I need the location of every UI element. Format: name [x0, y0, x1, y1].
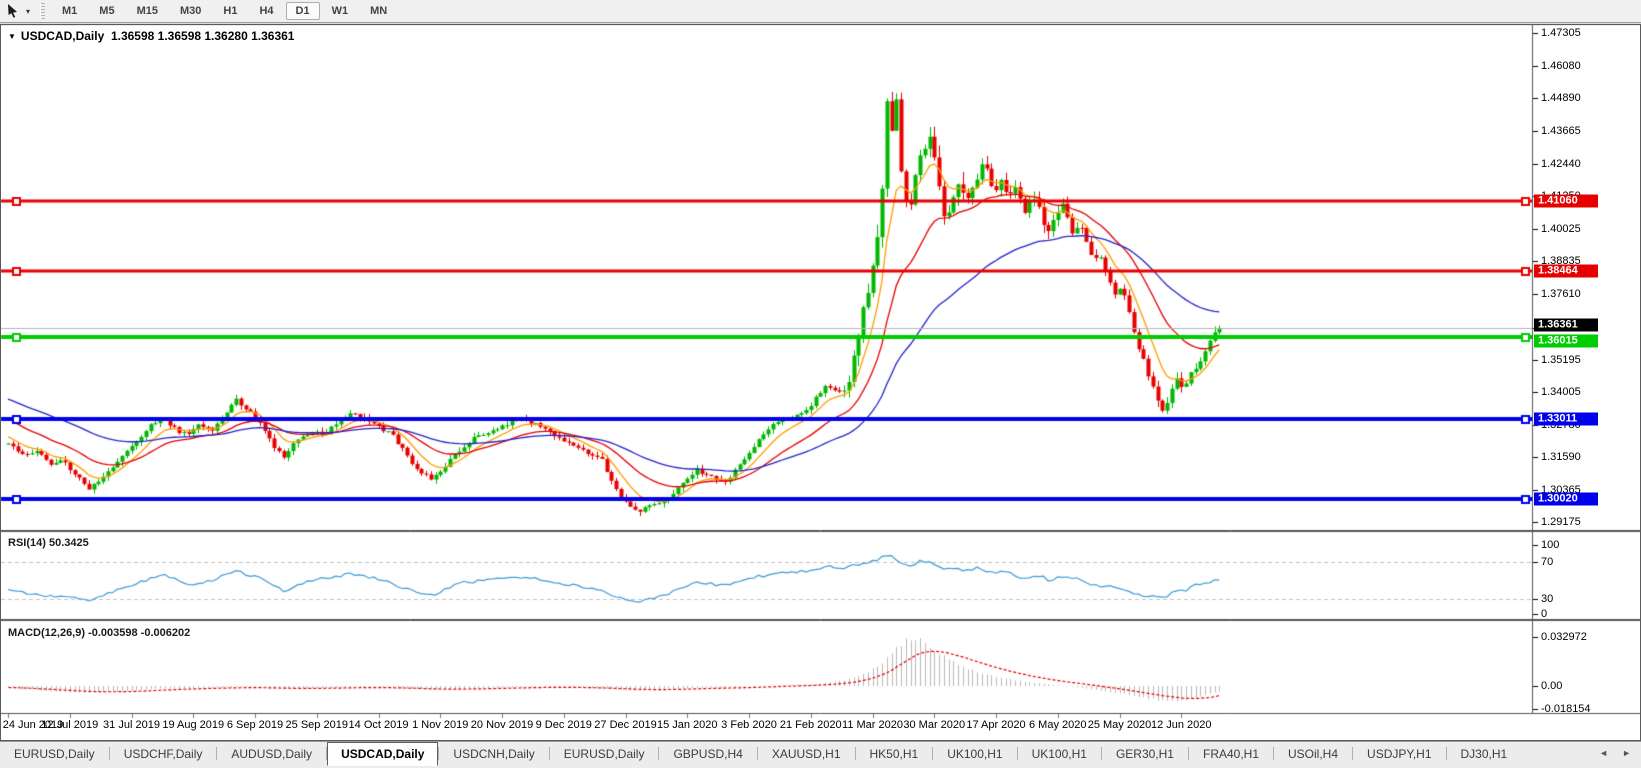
chart-ohlc-values: 1.36598 1.36598 1.36280 1.36361: [110, 29, 295, 43]
timeframe-buttons: M1 M5 M15 M30 H1 H4 D1 W1 MN: [51, 2, 398, 20]
tabs-scroll-right-icon[interactable]: ►: [1622, 748, 1631, 758]
mt4-window: ▾ M1 M5 M15 M30 H1 H4 D1 W1 MN ▼ USDCAD,Daily 1.3…: [0, 0, 1641, 768]
tab-USDCNH-Daily[interactable]: USDCNH,Daily: [439, 743, 548, 766]
tab-USDCHF-Daily[interactable]: USDCHF,Daily: [110, 743, 217, 766]
tab-GBPUSD-H4[interactable]: GBPUSD,H4: [659, 743, 756, 766]
tab-USDJPY-H1[interactable]: USDJPY,H1: [1353, 743, 1445, 766]
date-label-25-May-2020: 25 May 2020: [1087, 719, 1152, 731]
price-tick-1.29175: 1.29175: [1541, 515, 1581, 528]
support-badge-1.33011: 1.33011: [1534, 412, 1598, 425]
rsi-indicator-label: RSI(14) 50.3425: [8, 537, 89, 549]
date-label-25-Sep-2019: 25 Sep 2019: [285, 719, 348, 731]
date-label-12-Jul-2019: 12 Jul 2019: [41, 719, 99, 731]
timeframe-button-D1[interactable]: D1: [285, 2, 320, 20]
tab-FRA40-H1[interactable]: FRA40,H1: [1189, 743, 1273, 766]
macd-tick--0.018154: -0.018154: [1541, 703, 1591, 715]
date-label-30-Mar-2020: 30 Mar 2020: [903, 719, 966, 731]
tabs-scroll-left-icon[interactable]: ◄: [1599, 748, 1608, 758]
price-chart-canvas[interactable]: [0, 0, 1641, 768]
rsi-tick-100: 100: [1541, 539, 1560, 551]
tab-UK100-H1[interactable]: UK100,H1: [1018, 743, 1101, 766]
toolbar-grip: [40, 3, 46, 19]
tab-UK100-H1[interactable]: UK100,H1: [933, 743, 1016, 766]
current-price-badge: 1.36361: [1534, 318, 1598, 332]
price-tick-1.37610: 1.37610: [1541, 288, 1581, 301]
macd-tick-0.00: 0.00: [1541, 680, 1563, 692]
resistance-badge-1.41060: 1.41060: [1534, 194, 1598, 208]
tab-GER30-H1[interactable]: GER30,H1: [1102, 743, 1188, 766]
tab-scroll-controls: ◄ ►: [1599, 748, 1631, 758]
date-label-1-Nov-2019: 1 Nov 2019: [412, 719, 469, 731]
price-tick-1.34005: 1.34005: [1541, 385, 1581, 398]
price-tick-1.31590: 1.31590: [1541, 450, 1581, 463]
tab-USOil-H4[interactable]: USOil,H4: [1274, 743, 1352, 766]
date-label-6-May-2020: 6 May 2020: [1029, 719, 1087, 731]
timeframe-button-M1[interactable]: M1: [52, 2, 87, 20]
rsi-tick-0: 0: [1541, 608, 1548, 620]
tab-EURUSD-Daily[interactable]: EURUSD,Daily: [0, 743, 109, 766]
cursor-tool-icon[interactable]: [3, 2, 25, 20]
tab-EURUSD-Daily[interactable]: EURUSD,Daily: [550, 743, 659, 766]
rsi-tick-70: 70: [1541, 556, 1554, 568]
price-tick-1.40025: 1.40025: [1541, 223, 1581, 236]
tab-AUDUSD-Daily[interactable]: AUDUSD,Daily: [217, 743, 326, 766]
macd-indicator-label: MACD(12,26,9) -0.003598 -0.006202: [8, 627, 191, 639]
chart-tabs: EURUSD,Daily USDCHF,Daily AUDUSD,Daily USDC…: [0, 742, 1521, 766]
tab-HK50-H1[interactable]: HK50,H1: [856, 743, 933, 766]
price-tick-1.47305: 1.47305: [1541, 27, 1581, 39]
support-badge-1.30020: 1.30020: [1534, 492, 1598, 506]
price-tick-1.46080: 1.46080: [1541, 60, 1581, 73]
timeframe-button-W1[interactable]: W1: [322, 2, 359, 20]
chevron-down-icon[interactable]: ▾: [26, 7, 30, 16]
chart-title: ▼ USDCAD,Daily 1.36598 1.36598 1.36280 1.…: [8, 29, 294, 43]
timeframe-button-H1[interactable]: H1: [213, 2, 247, 20]
date-label-14-Oct-2019: 14 Oct 2019: [348, 719, 409, 731]
support-badge-1.36015: 1.36015: [1534, 334, 1598, 348]
price-tick-1.43665: 1.43665: [1541, 125, 1581, 138]
timeframe-toolbar: ▾ M1 M5 M15 M30 H1 H4 D1 W1 MN: [0, 0, 1641, 23]
date-label-31-Jul-2019: 31 Jul 2019: [103, 719, 160, 731]
timeframe-button-MN[interactable]: MN: [360, 2, 397, 20]
date-label-15-Jan-2020: 15 Jan 2020: [656, 719, 718, 731]
price-tick-1.42440: 1.42440: [1541, 158, 1581, 171]
timeframe-button-H4[interactable]: H4: [249, 2, 283, 20]
tab-USDCAD-Daily[interactable]: USDCAD,Daily: [327, 742, 439, 766]
date-label-17-Apr-2020: 17 Apr 2020: [966, 719, 1026, 731]
date-label-12-Jun-2020: 12 Jun 2020: [1150, 719, 1212, 731]
timeframe-button-M30[interactable]: M30: [170, 2, 211, 20]
rsi-tick-30: 30: [1541, 593, 1554, 605]
date-label-3-Feb-2020: 3 Feb 2020: [721, 719, 777, 731]
resistance-badge-1.38464: 1.38464: [1534, 264, 1598, 278]
timeframe-button-M15[interactable]: M15: [127, 2, 168, 20]
tab-XAUUSD-H1[interactable]: XAUUSD,H1: [758, 743, 855, 766]
date-label-27-Dec-2019: 27 Dec 2019: [594, 719, 657, 731]
date-label-11-Mar-2020: 11 Mar 2020: [842, 719, 903, 731]
date-label-9-Dec-2019: 9 Dec 2019: [535, 719, 592, 731]
price-tick-1.44890: 1.44890: [1541, 92, 1581, 105]
chart-tab-bar: EURUSD,Daily USDCHF,Daily AUDUSD,Daily USDC…: [0, 741, 1641, 768]
date-label-6-Sep-2019: 6 Sep 2019: [226, 719, 284, 731]
chart-symbol-period: USDCAD,Daily: [20, 29, 105, 43]
price-tick-1.35195: 1.35195: [1541, 353, 1581, 366]
date-label-21-Feb-2020: 21 Feb 2020: [779, 719, 842, 731]
timeframe-button-M5[interactable]: M5: [89, 2, 124, 20]
date-label-20-Nov-2019: 20 Nov 2019: [470, 719, 534, 731]
macd-tick-0.032972: 0.032972: [1541, 631, 1587, 644]
title-collapse-icon[interactable]: ▼: [8, 32, 16, 41]
tab-DJ30-H1[interactable]: DJ30,H1: [1447, 743, 1522, 766]
date-label-19-Aug-2019: 19 Aug 2019: [162, 719, 225, 731]
